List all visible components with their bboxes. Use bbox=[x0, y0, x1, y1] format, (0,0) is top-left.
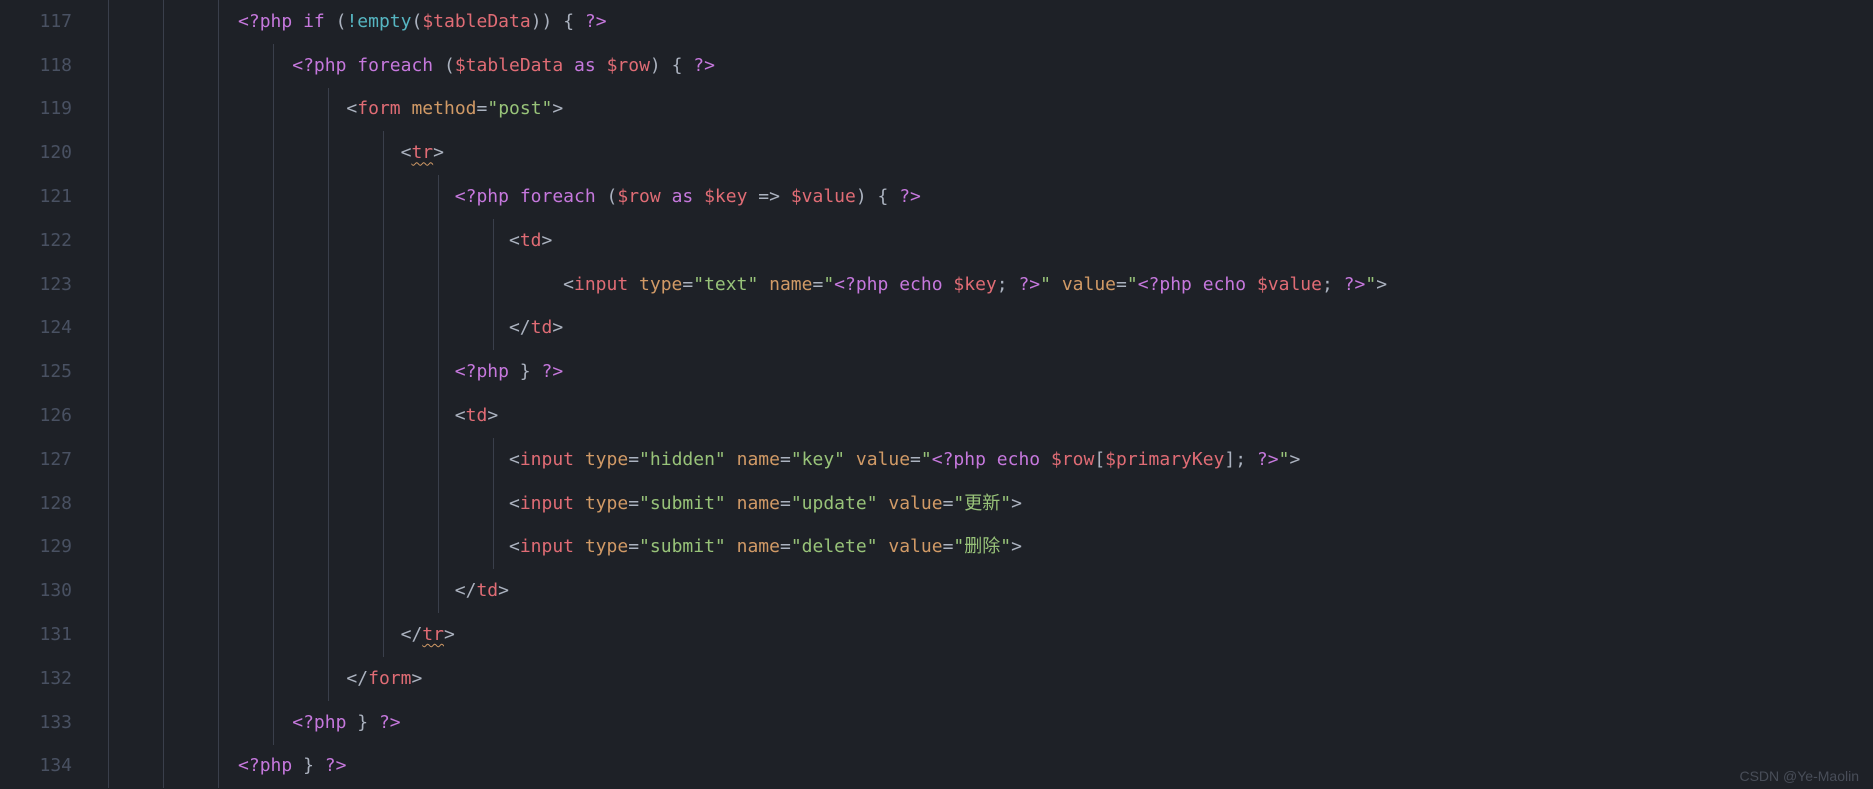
code-line[interactable]: <input type="submit" name="update" value… bbox=[108, 482, 1873, 526]
line-number: 126 bbox=[0, 394, 72, 438]
code-line[interactable]: <?php } ?> bbox=[108, 701, 1873, 745]
line-number: 124 bbox=[0, 307, 72, 351]
code-editor: 117 118 119 120 121 122 123 124 125 126 … bbox=[0, 0, 1873, 789]
code-line[interactable]: <input type="submit" name="delete" value… bbox=[108, 526, 1873, 570]
line-number: 118 bbox=[0, 44, 72, 88]
code-line[interactable]: </form> bbox=[108, 657, 1873, 701]
line-number: 131 bbox=[0, 613, 72, 657]
line-number: 125 bbox=[0, 350, 72, 394]
line-number: 129 bbox=[0, 526, 72, 570]
line-number: 122 bbox=[0, 219, 72, 263]
code-line[interactable]: <td> bbox=[108, 394, 1873, 438]
code-line[interactable]: </td> bbox=[108, 569, 1873, 613]
code-line[interactable]: <?php foreach ($row as $key => $value) {… bbox=[108, 175, 1873, 219]
code-area[interactable]: <?php if (!empty($tableData)) { ?> <?php… bbox=[100, 0, 1873, 789]
line-number: 127 bbox=[0, 438, 72, 482]
line-number: 132 bbox=[0, 657, 72, 701]
line-number: 123 bbox=[0, 263, 72, 307]
code-line[interactable]: <td> bbox=[108, 219, 1873, 263]
line-number: 134 bbox=[0, 745, 72, 789]
code-line[interactable]: <?php } ?> bbox=[108, 350, 1873, 394]
code-line[interactable]: <tr> bbox=[108, 131, 1873, 175]
line-number: 128 bbox=[0, 482, 72, 526]
code-line[interactable]: <?php foreach ($tableData as $row) { ?> bbox=[108, 44, 1873, 88]
line-number: 119 bbox=[0, 88, 72, 132]
line-number: 133 bbox=[0, 701, 72, 745]
code-line[interactable]: <?php if (!empty($tableData)) { ?> bbox=[108, 0, 1873, 44]
line-number: 121 bbox=[0, 175, 72, 219]
line-number-gutter: 117 118 119 120 121 122 123 124 125 126 … bbox=[0, 0, 100, 789]
line-number: 120 bbox=[0, 131, 72, 175]
code-line[interactable]: <?php } ?> bbox=[108, 745, 1873, 789]
code-line[interactable]: <input type="hidden" name="key" value="<… bbox=[108, 438, 1873, 482]
code-line[interactable]: </tr> bbox=[108, 613, 1873, 657]
line-number: 130 bbox=[0, 569, 72, 613]
watermark: CSDN @Ye-Maolin bbox=[1739, 769, 1859, 783]
code-line[interactable]: <form method="post"> bbox=[108, 88, 1873, 132]
code-line[interactable]: <input type="text" name="<?php echo $key… bbox=[108, 263, 1873, 307]
line-number: 117 bbox=[0, 0, 72, 44]
code-line[interactable]: </td> bbox=[108, 307, 1873, 351]
